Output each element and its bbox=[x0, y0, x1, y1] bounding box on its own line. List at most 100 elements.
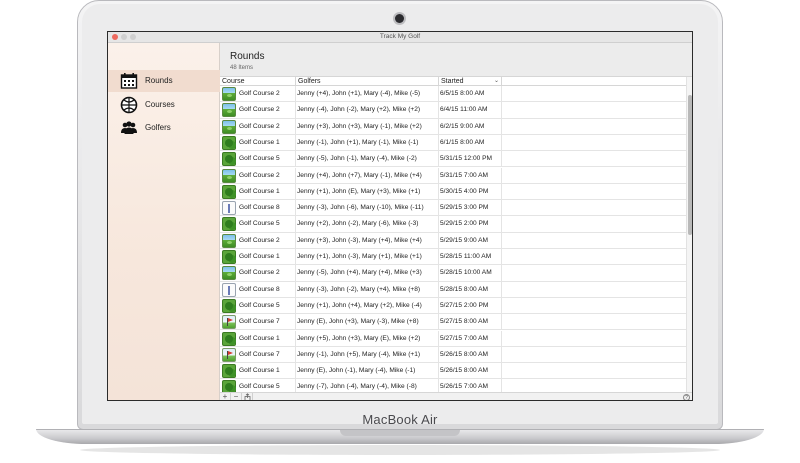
cell-empty bbox=[501, 281, 686, 298]
cell-started: 5/31/15 12:00 PM bbox=[438, 151, 502, 168]
cell-golfers: Jenny (+3), John (-3), Mary (+4), Mike (… bbox=[295, 232, 439, 249]
course-trees-icon bbox=[222, 152, 236, 167]
cell-started: 5/28/15 11:00 AM bbox=[438, 249, 502, 266]
course-white-icon bbox=[222, 201, 236, 216]
cell-started: 6/5/15 8:00 AM bbox=[438, 86, 502, 103]
column-header-started[interactable]: Started bbox=[438, 77, 464, 86]
sidebar-item-golfers[interactable]: Golfers bbox=[108, 117, 220, 139]
table-row[interactable]: Golf Course 2 Jenny (+4), John (+7), Mary… bbox=[220, 167, 686, 184]
cell-started: 6/1/15 8:00 AM bbox=[438, 134, 502, 152]
table-row[interactable]: Golf Course 2 Jenny (+4), John (+1), Mary… bbox=[220, 86, 686, 103]
table-row[interactable]: Golf Course 5 Jenny (+1), John (+4), Mary… bbox=[220, 297, 686, 315]
cell-golfers: Jenny (-1), John (+5), Mary (-4), Mike (… bbox=[295, 346, 439, 364]
cell-golfers: Jenny (-1), John (+1), Mary (-1), Mike (… bbox=[295, 134, 439, 152]
cell-golfers: Jenny (+3), John (+3), Mary (-1), Mike (… bbox=[295, 118, 439, 135]
cell-empty bbox=[501, 379, 686, 392]
table-row[interactable]: Golf Course 5 Jenny (-5), John (-1), Mary… bbox=[220, 151, 686, 168]
course-green-icon bbox=[222, 103, 236, 118]
cell-golfers: Jenny (+1), John (-3), Mary (+1), Mike (… bbox=[295, 249, 439, 266]
cell-course: Golf Course 2 bbox=[239, 122, 280, 130]
cell-course: Golf Course 2 bbox=[239, 171, 280, 179]
course-green-icon bbox=[222, 233, 236, 248]
table-row[interactable]: Golf Course 2 Jenny (+3), John (-3), Mary… bbox=[220, 232, 686, 249]
column-header-golfers[interactable]: Golfers bbox=[295, 77, 321, 86]
table-row[interactable]: Golf Course 8 Jenny (-3), John (-6), Mary… bbox=[220, 200, 686, 217]
cell-empty bbox=[501, 102, 686, 119]
add-button[interactable]: + bbox=[220, 393, 231, 400]
cell-started: 5/26/15 7:00 AM bbox=[438, 379, 502, 392]
cell-golfers: Jenny (+1), John (E), Mary (+3), Mike (+… bbox=[295, 183, 439, 201]
table-row[interactable]: Golf Course 1 Jenny (+5), John (+3), Mary… bbox=[220, 330, 686, 347]
sidebar-label-courses: Courses bbox=[145, 100, 175, 109]
page-title: Rounds bbox=[230, 51, 265, 62]
scrollbar-thumb[interactable] bbox=[688, 95, 692, 235]
vertical-scrollbar[interactable] bbox=[686, 77, 692, 392]
cell-golfers: Jenny (+2), John (-2), Mary (-6), Mike (… bbox=[295, 216, 439, 233]
cell-course: Golf Course 1 bbox=[239, 367, 280, 375]
course-green-icon bbox=[222, 168, 236, 183]
table-header: Course Golfers Started ⌄ bbox=[220, 77, 686, 86]
course-trees-icon bbox=[222, 298, 236, 313]
table-row[interactable]: Golf Course 1 Jenny (+1), John (-3), Mary… bbox=[220, 249, 686, 266]
cell-started: 6/4/15 11:00 AM bbox=[438, 102, 502, 119]
table-row[interactable]: Golf Course 5 Jenny (+2), John (-2), Mary… bbox=[220, 216, 686, 233]
table-row[interactable]: Golf Course 1 Jenny (-1), John (+1), Mary… bbox=[220, 134, 686, 152]
cell-empty bbox=[501, 265, 686, 282]
table-row[interactable]: Golf Course 1 Jenny (+1), John (E), Mary … bbox=[220, 183, 686, 201]
brand-label: MacBook Air bbox=[362, 412, 438, 427]
table-row[interactable]: Golf Course 7 Jenny (-1), John (+5), Mary… bbox=[220, 346, 686, 364]
course-trees-icon bbox=[222, 250, 236, 264]
cell-course: Golf Course 8 bbox=[239, 285, 280, 293]
table-row[interactable]: Golf Course 8 Jenny (-3), John (-2), Mary… bbox=[220, 281, 686, 298]
cell-started: 5/26/15 8:00 AM bbox=[438, 363, 502, 380]
cell-golfers: Jenny (E), John (-1), Mary (-4), Mike (-… bbox=[295, 363, 439, 380]
title-bar: Track My Golf bbox=[108, 32, 692, 43]
cell-course: Golf Course 5 bbox=[239, 301, 280, 309]
cell-course: Golf Course 2 bbox=[239, 90, 280, 97]
remove-button[interactable]: − bbox=[231, 393, 242, 400]
table-row[interactable]: Golf Course 7 Jenny (E), John (+3), Mary … bbox=[220, 314, 686, 331]
cell-golfers: Jenny (-7), John (-4), Mary (-4), Mike (… bbox=[295, 379, 439, 392]
cell-empty bbox=[501, 183, 686, 201]
column-divider bbox=[501, 77, 503, 86]
globe-icon bbox=[120, 96, 138, 114]
cell-golfers: Jenny (-5), John (-1), Mary (-4), Mike (… bbox=[295, 151, 439, 168]
course-white-icon bbox=[222, 282, 236, 297]
table-row[interactable]: Golf Course 5 Jenny (-7), John (-4), Mary… bbox=[220, 379, 686, 392]
sidebar-label-rounds: Rounds bbox=[145, 76, 173, 85]
cell-started: 5/27/15 8:00 AM bbox=[438, 314, 502, 331]
cell-golfers: Jenny (-5), John (+4), Mary (+4), Mike (… bbox=[295, 265, 439, 282]
cell-empty bbox=[501, 134, 686, 152]
column-header-course[interactable]: Course bbox=[222, 77, 245, 86]
laptop-notch bbox=[340, 430, 460, 436]
cell-started: 5/29/15 9:00 AM bbox=[438, 232, 502, 249]
table-row[interactable]: Golf Course 2 Jenny (-5), John (+4), Mary… bbox=[220, 265, 686, 282]
table-row[interactable]: Golf Course 1 Jenny (E), John (-1), Mary … bbox=[220, 363, 686, 380]
cell-empty bbox=[501, 118, 686, 135]
sidebar-item-courses[interactable]: Courses bbox=[108, 94, 220, 116]
cell-course: Golf Course 2 bbox=[239, 106, 280, 114]
cell-golfers: Jenny (+1), John (+4), Mary (+2), Mike (… bbox=[295, 297, 439, 315]
course-trees-icon bbox=[222, 184, 236, 199]
cell-empty bbox=[501, 330, 686, 347]
course-green-icon bbox=[222, 119, 236, 134]
sort-descending-icon[interactable]: ⌄ bbox=[494, 77, 499, 86]
course-trees-icon bbox=[222, 331, 236, 346]
cell-course: Golf Course 1 bbox=[239, 334, 280, 342]
cell-empty bbox=[501, 314, 686, 331]
table-row[interactable]: Golf Course 2 Jenny (-4), John (-2), Mary… bbox=[220, 102, 686, 119]
cell-empty bbox=[501, 363, 686, 380]
cell-empty bbox=[501, 346, 686, 364]
window-title: Track My Golf bbox=[379, 33, 421, 40]
bottom-toolbar: + − ? bbox=[220, 392, 692, 400]
share-button[interactable] bbox=[242, 393, 253, 400]
cell-golfers: Jenny (+4), John (+7), Mary (-1), Mike (… bbox=[295, 167, 439, 184]
cell-empty bbox=[501, 167, 686, 184]
cell-golfers: Jenny (-4), John (-2), Mary (+2), Mike (… bbox=[295, 102, 439, 119]
sidebar-item-rounds[interactable]: Rounds bbox=[108, 70, 220, 92]
help-button[interactable]: ? bbox=[683, 394, 690, 400]
table-row[interactable]: Golf Course 2 Jenny (+3), John (+3), Mary… bbox=[220, 118, 686, 135]
course-flag-icon bbox=[222, 347, 236, 362]
cell-started: 5/27/15 7:00 AM bbox=[438, 330, 502, 347]
course-green-icon bbox=[222, 266, 236, 281]
